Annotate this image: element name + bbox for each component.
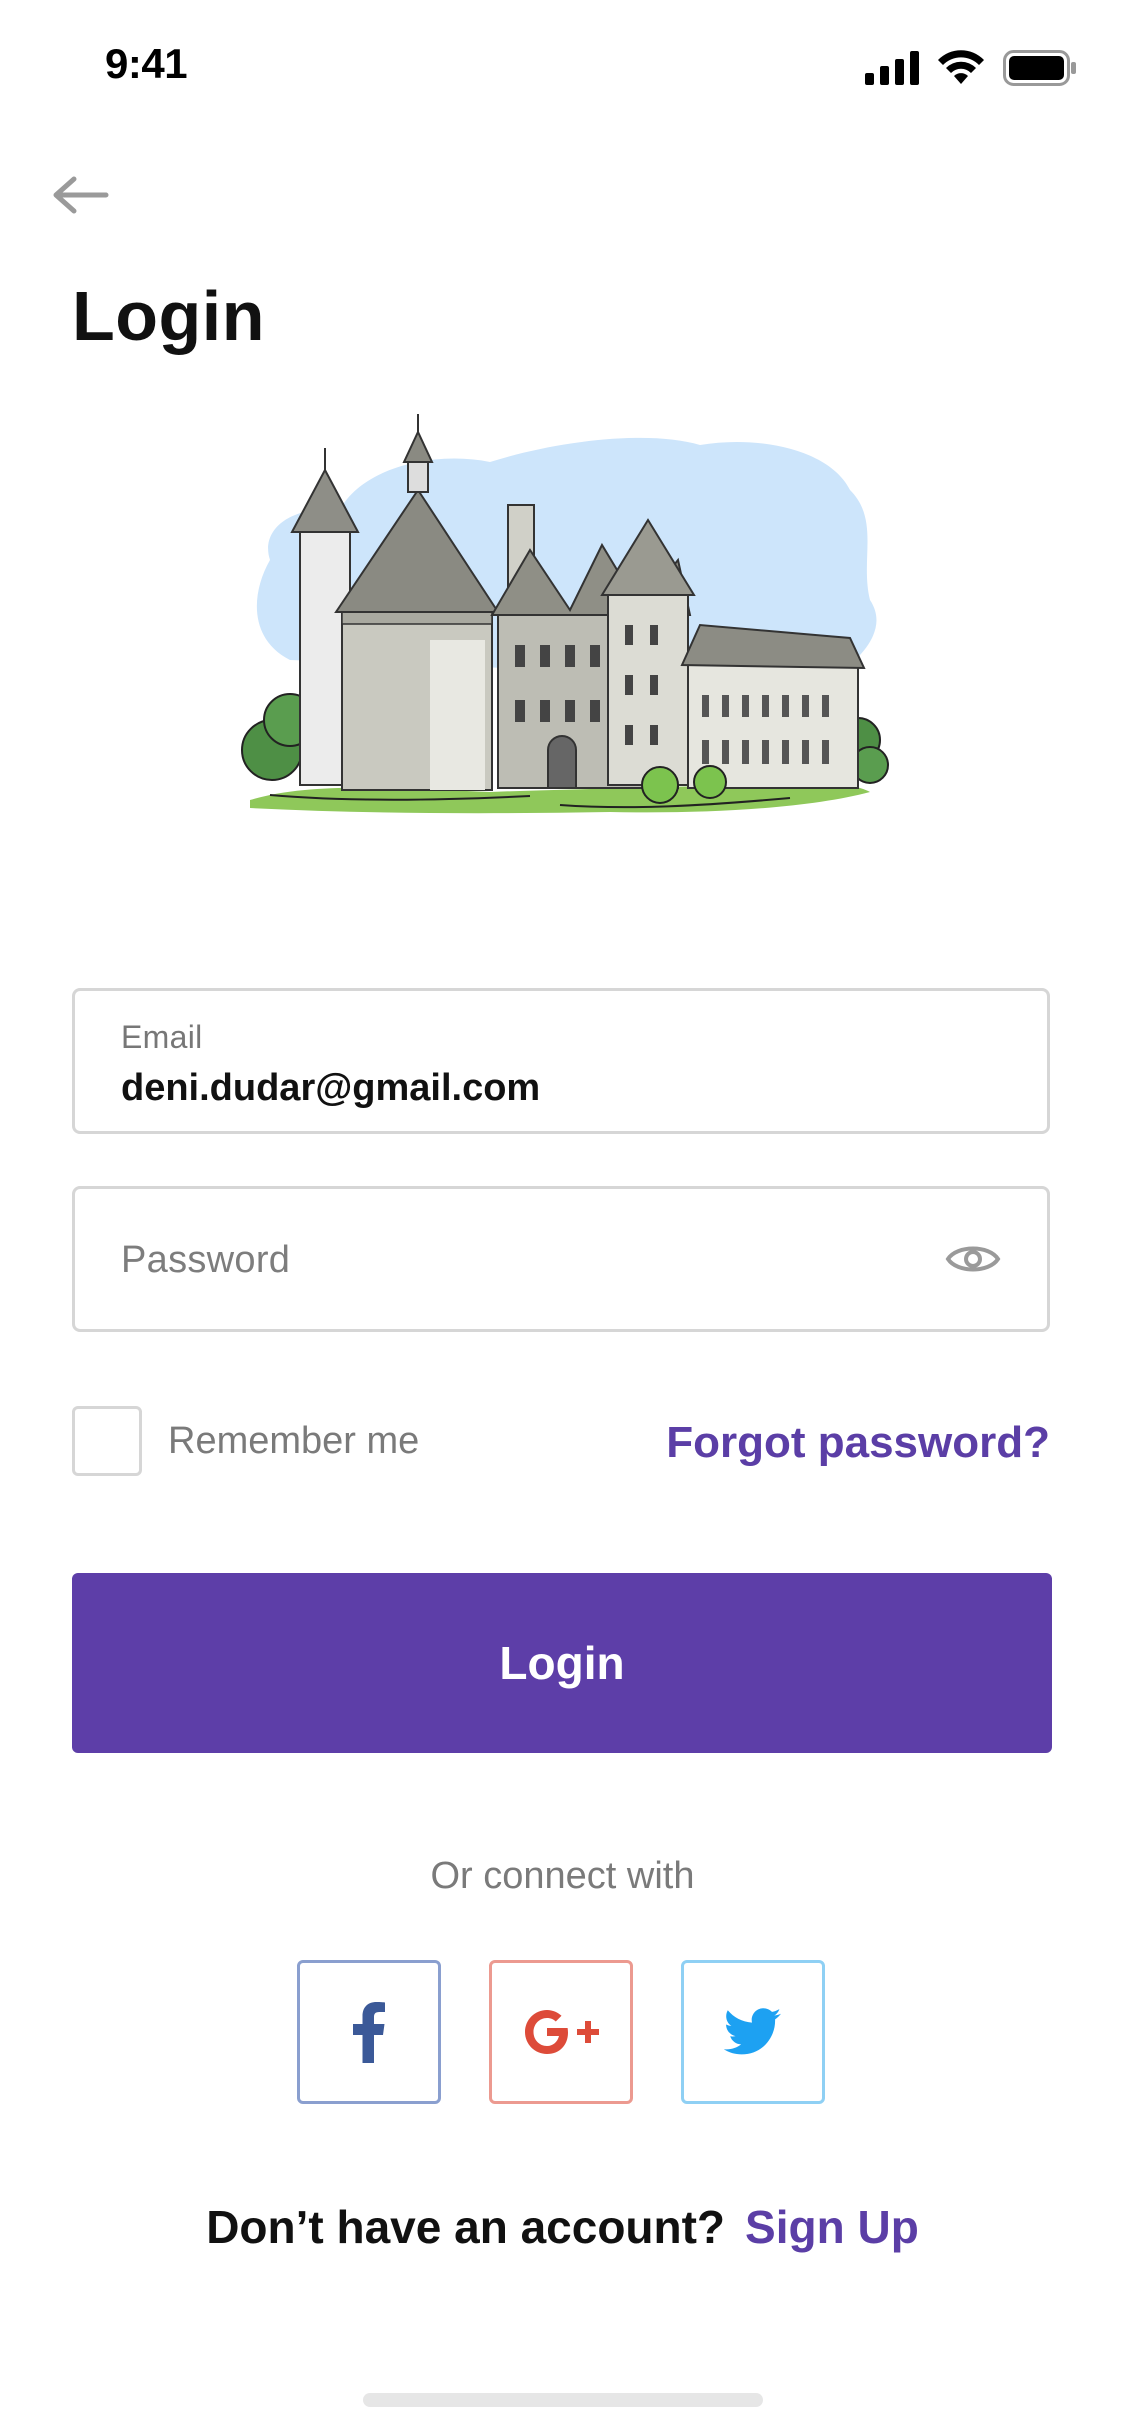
status-time: 9:41 — [105, 40, 188, 87]
email-value[interactable]: deni.dudar@gmail.com — [121, 1067, 540, 1110]
signup-row: Don’t have an account? Sign Up — [0, 2200, 1125, 2254]
arrow-left-icon — [53, 176, 109, 214]
facebook-login-button[interactable] — [297, 1960, 441, 2104]
remember-me-label[interactable]: Remember me — [168, 1420, 419, 1463]
show-password-button[interactable] — [945, 1237, 1001, 1281]
back-button[interactable] — [50, 170, 120, 220]
signup-prompt: Don’t have an account? — [206, 2201, 726, 2253]
castle-illustration — [241, 414, 889, 814]
remember-me-checkbox[interactable] — [72, 1406, 142, 1476]
email-label: Email — [121, 1019, 203, 1055]
home-indicator[interactable] — [363, 2393, 763, 2407]
login-button[interactable]: Login — [72, 1573, 1052, 1753]
google-plus-icon — [525, 2010, 599, 2054]
facebook-icon — [353, 2002, 385, 2063]
status-icons — [865, 50, 1077, 86]
wifi-icon — [938, 50, 984, 84]
google-plus-login-button[interactable] — [489, 1960, 633, 2104]
email-field[interactable]: Email deni.dudar@gmail.com — [72, 988, 1050, 1134]
social-login-row — [297, 1960, 825, 2104]
password-placeholder[interactable]: Password — [121, 1239, 290, 1282]
battery-icon — [1003, 50, 1076, 86]
status-bar: 9:41 — [0, 0, 1125, 132]
twitter-login-button[interactable] — [681, 1960, 825, 2104]
twitter-icon — [724, 2008, 781, 2055]
signup-link[interactable]: Sign Up — [745, 2201, 919, 2253]
password-field[interactable]: Password — [72, 1186, 1050, 1332]
cellular-signal-icon — [865, 51, 919, 85]
connect-with-text: Or connect with — [430, 1855, 695, 1897]
eye-icon — [945, 1246, 1001, 1272]
forgot-password-link[interactable]: Forgot password? — [666, 1418, 1050, 1468]
page-title: Login — [72, 277, 265, 355]
